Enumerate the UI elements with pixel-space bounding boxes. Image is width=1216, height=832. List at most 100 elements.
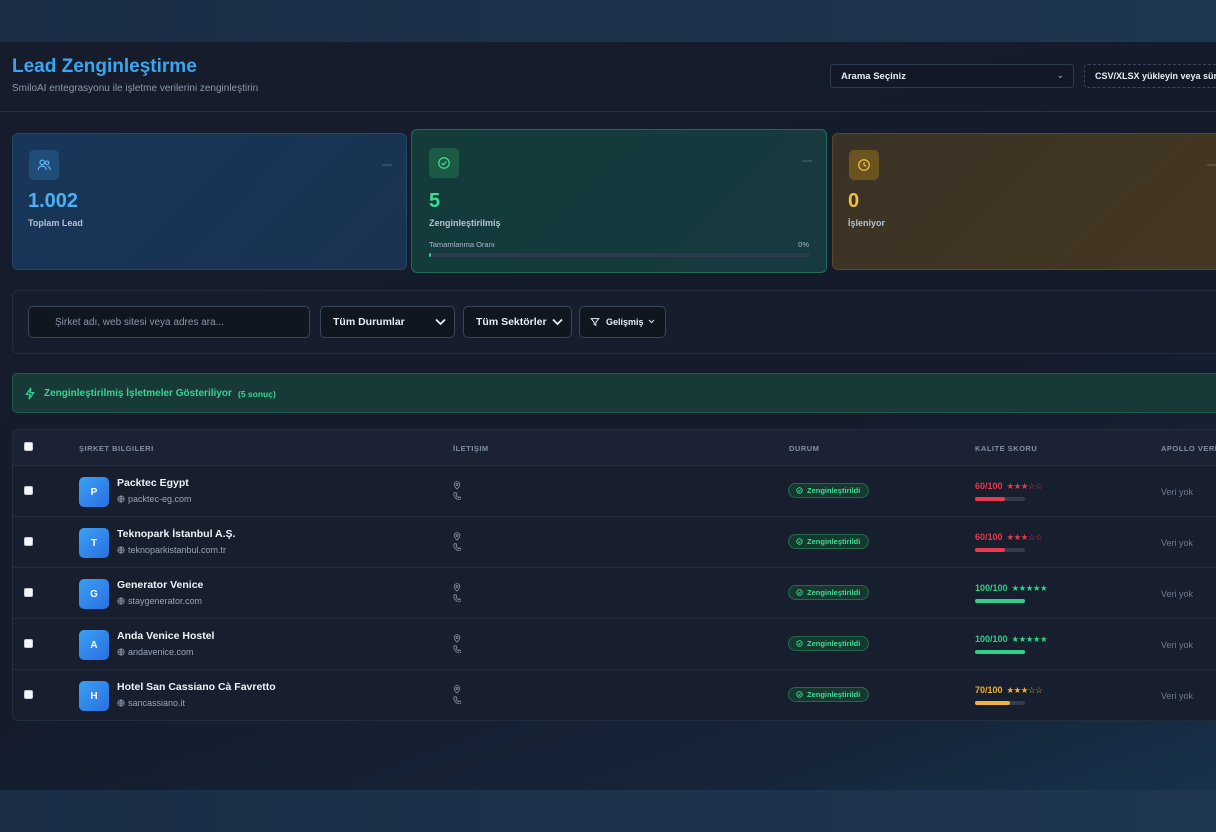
status-badge: Zenginleştirildi xyxy=(788,585,870,600)
total-leads-value: 1.002 xyxy=(28,190,79,212)
phone-icon[interactable] xyxy=(453,594,461,602)
check-circle-icon xyxy=(796,640,803,647)
enriched-value: 5 xyxy=(429,190,441,212)
phone-icon[interactable] xyxy=(453,543,461,551)
company-name[interactable]: Hotel San Cassiano Cà Favretto xyxy=(117,681,276,693)
search-input[interactable] xyxy=(28,306,310,338)
status-badge: Zenginleştirildi xyxy=(788,687,870,702)
globe-icon xyxy=(117,699,125,707)
star-rating-icon: ★★★☆☆ xyxy=(1006,481,1043,491)
chevron-down-icon xyxy=(552,318,563,326)
page-subtitle: SmiloAI entegrasyonu ile işletme veriler… xyxy=(12,83,259,94)
top-band xyxy=(0,0,1216,42)
company-avatar: A xyxy=(79,630,109,660)
map-pin-icon[interactable] xyxy=(453,685,461,694)
apollo-data: Veri yok xyxy=(1161,691,1194,701)
column-header-company: ŞIRKET BILGILERI xyxy=(79,444,154,453)
banner-text: Zenginleştirilmiş İşletmeler Gösteriliyo… xyxy=(44,388,232,399)
map-pin-icon[interactable] xyxy=(453,481,461,490)
total-leads-label: Toplam Lead xyxy=(28,218,83,228)
company-name[interactable]: Teknopark İstanbul A.Ş. xyxy=(117,528,235,540)
row-checkbox[interactable] xyxy=(24,639,33,648)
sector-filter-dropdown[interactable]: Tüm Sektörler xyxy=(463,306,572,338)
company-avatar: H xyxy=(79,681,109,711)
completion-rate-value: 0% xyxy=(798,240,809,249)
phone-icon[interactable] xyxy=(453,696,461,704)
company-website[interactable]: staygenerator.com xyxy=(117,596,202,606)
company-avatar: P xyxy=(79,477,109,507)
map-pin-icon[interactable] xyxy=(453,532,461,541)
company-website[interactable]: andavenice.com xyxy=(117,647,194,657)
contact-icons xyxy=(453,634,461,653)
star-rating-icon: ★★★☆☆ xyxy=(1006,685,1043,695)
map-pin-icon[interactable] xyxy=(453,583,461,592)
company-name[interactable]: Generator Venice xyxy=(117,579,203,591)
star-rating-icon: ★★★★★ xyxy=(1011,634,1048,644)
phone-icon[interactable] xyxy=(453,645,461,653)
globe-icon xyxy=(117,546,125,554)
contact-icons xyxy=(453,685,461,704)
card-decoration xyxy=(1207,164,1216,166)
company-name[interactable]: Packtec Egypt xyxy=(117,477,189,489)
company-website-text: packtec-eg.com xyxy=(128,494,192,504)
card-decoration xyxy=(382,164,392,166)
contact-icons xyxy=(453,532,461,551)
company-website[interactable]: teknoparkistanbul.com.tr xyxy=(117,545,226,555)
status-filter-dropdown[interactable]: Tüm Durumlar xyxy=(320,306,455,338)
filter-panel: Tüm Durumlar Tüm Sektörler Gelişmiş xyxy=(12,290,1216,354)
quality-score-value: 60/100 xyxy=(975,532,1003,542)
map-pin-icon[interactable] xyxy=(453,634,461,643)
status-filter-label: Tüm Durumlar xyxy=(333,316,405,328)
quality-score-value: 60/100 xyxy=(975,481,1003,491)
row-checkbox[interactable] xyxy=(24,690,33,699)
column-header-apollo: APOLLO VERİSİ xyxy=(1161,444,1216,453)
quality-score-fill xyxy=(975,599,1025,603)
row-checkbox[interactable] xyxy=(24,537,33,546)
bolt-icon xyxy=(25,387,35,400)
row-checkbox[interactable] xyxy=(24,486,33,495)
enriched-filter-banner: Zenginleştirilmiş İşletmeler Gösteriliyo… xyxy=(12,373,1216,413)
globe-icon xyxy=(117,495,125,503)
quality-score: 70/100 ★★★☆☆ xyxy=(975,685,1043,696)
company-name[interactable]: Anda Venice Hostel xyxy=(117,630,214,642)
bottom-band xyxy=(0,790,1216,832)
apollo-data: Veri yok xyxy=(1161,589,1194,599)
table-row[interactable]: G Generator Venice staygenerator.com Zengin… xyxy=(13,568,1216,619)
quality-score: 100/100 ★★★★★ xyxy=(975,634,1048,645)
quality-score-value: 100/100 xyxy=(975,583,1008,593)
select-all-checkbox[interactable] xyxy=(24,442,33,451)
apollo-data: Veri yok xyxy=(1161,487,1194,497)
quality-score-bar xyxy=(975,548,1025,552)
completion-progress-fill xyxy=(429,253,431,257)
status-badge-label: Zenginleştirildi xyxy=(807,486,861,495)
status-badge: Zenginleştirildi xyxy=(788,483,870,498)
company-website[interactable]: sancassiano.it xyxy=(117,698,185,708)
table-row[interactable]: P Packtec Egypt packtec-eg.com Zenginleştir… xyxy=(13,466,1216,517)
contact-icons xyxy=(453,583,461,602)
table-row[interactable]: H Hotel San Cassiano Cà Favretto sancassia… xyxy=(13,670,1216,720)
phone-icon[interactable] xyxy=(453,492,461,500)
table-row[interactable]: T Teknopark İstanbul A.Ş. teknoparkistanbu… xyxy=(13,517,1216,568)
quality-score-fill xyxy=(975,497,1005,501)
search-type-select-label: Arama Seçiniz xyxy=(841,71,906,82)
company-website[interactable]: packtec-eg.com xyxy=(117,494,192,504)
advanced-filter-button[interactable]: Gelişmiş xyxy=(579,306,666,338)
search-type-select[interactable]: Arama Seçiniz ⌄ xyxy=(830,64,1074,88)
file-upload-label: CSV/XLSX yükleyin veya sürükleyin xyxy=(1095,71,1216,81)
apollo-data: Veri yok xyxy=(1161,640,1194,650)
check-circle-icon xyxy=(796,487,803,494)
file-upload-dropzone[interactable]: CSV/XLSX yükleyin veya sürükleyin xyxy=(1084,64,1216,88)
quality-score-bar xyxy=(975,599,1025,603)
status-badge-label: Zenginleştirildi xyxy=(807,690,861,699)
users-icon xyxy=(29,150,59,180)
filter-icon xyxy=(590,318,600,327)
page-title: Lead Zenginleştirme xyxy=(12,56,197,77)
column-header-contact: İLETIŞIM xyxy=(453,444,489,453)
table-row[interactable]: A Anda Venice Hostel andavenice.com Zenginl… xyxy=(13,619,1216,670)
stat-card-total-leads: 1.002 Toplam Lead xyxy=(12,133,407,270)
contact-icons xyxy=(453,481,461,500)
row-checkbox[interactable] xyxy=(24,588,33,597)
completion-progress-bar xyxy=(429,253,810,257)
leads-table: ŞIRKET BILGILERI İLETIŞIM DURUM KALITE S… xyxy=(12,429,1216,721)
quality-score: 100/100 ★★★★★ xyxy=(975,583,1048,594)
